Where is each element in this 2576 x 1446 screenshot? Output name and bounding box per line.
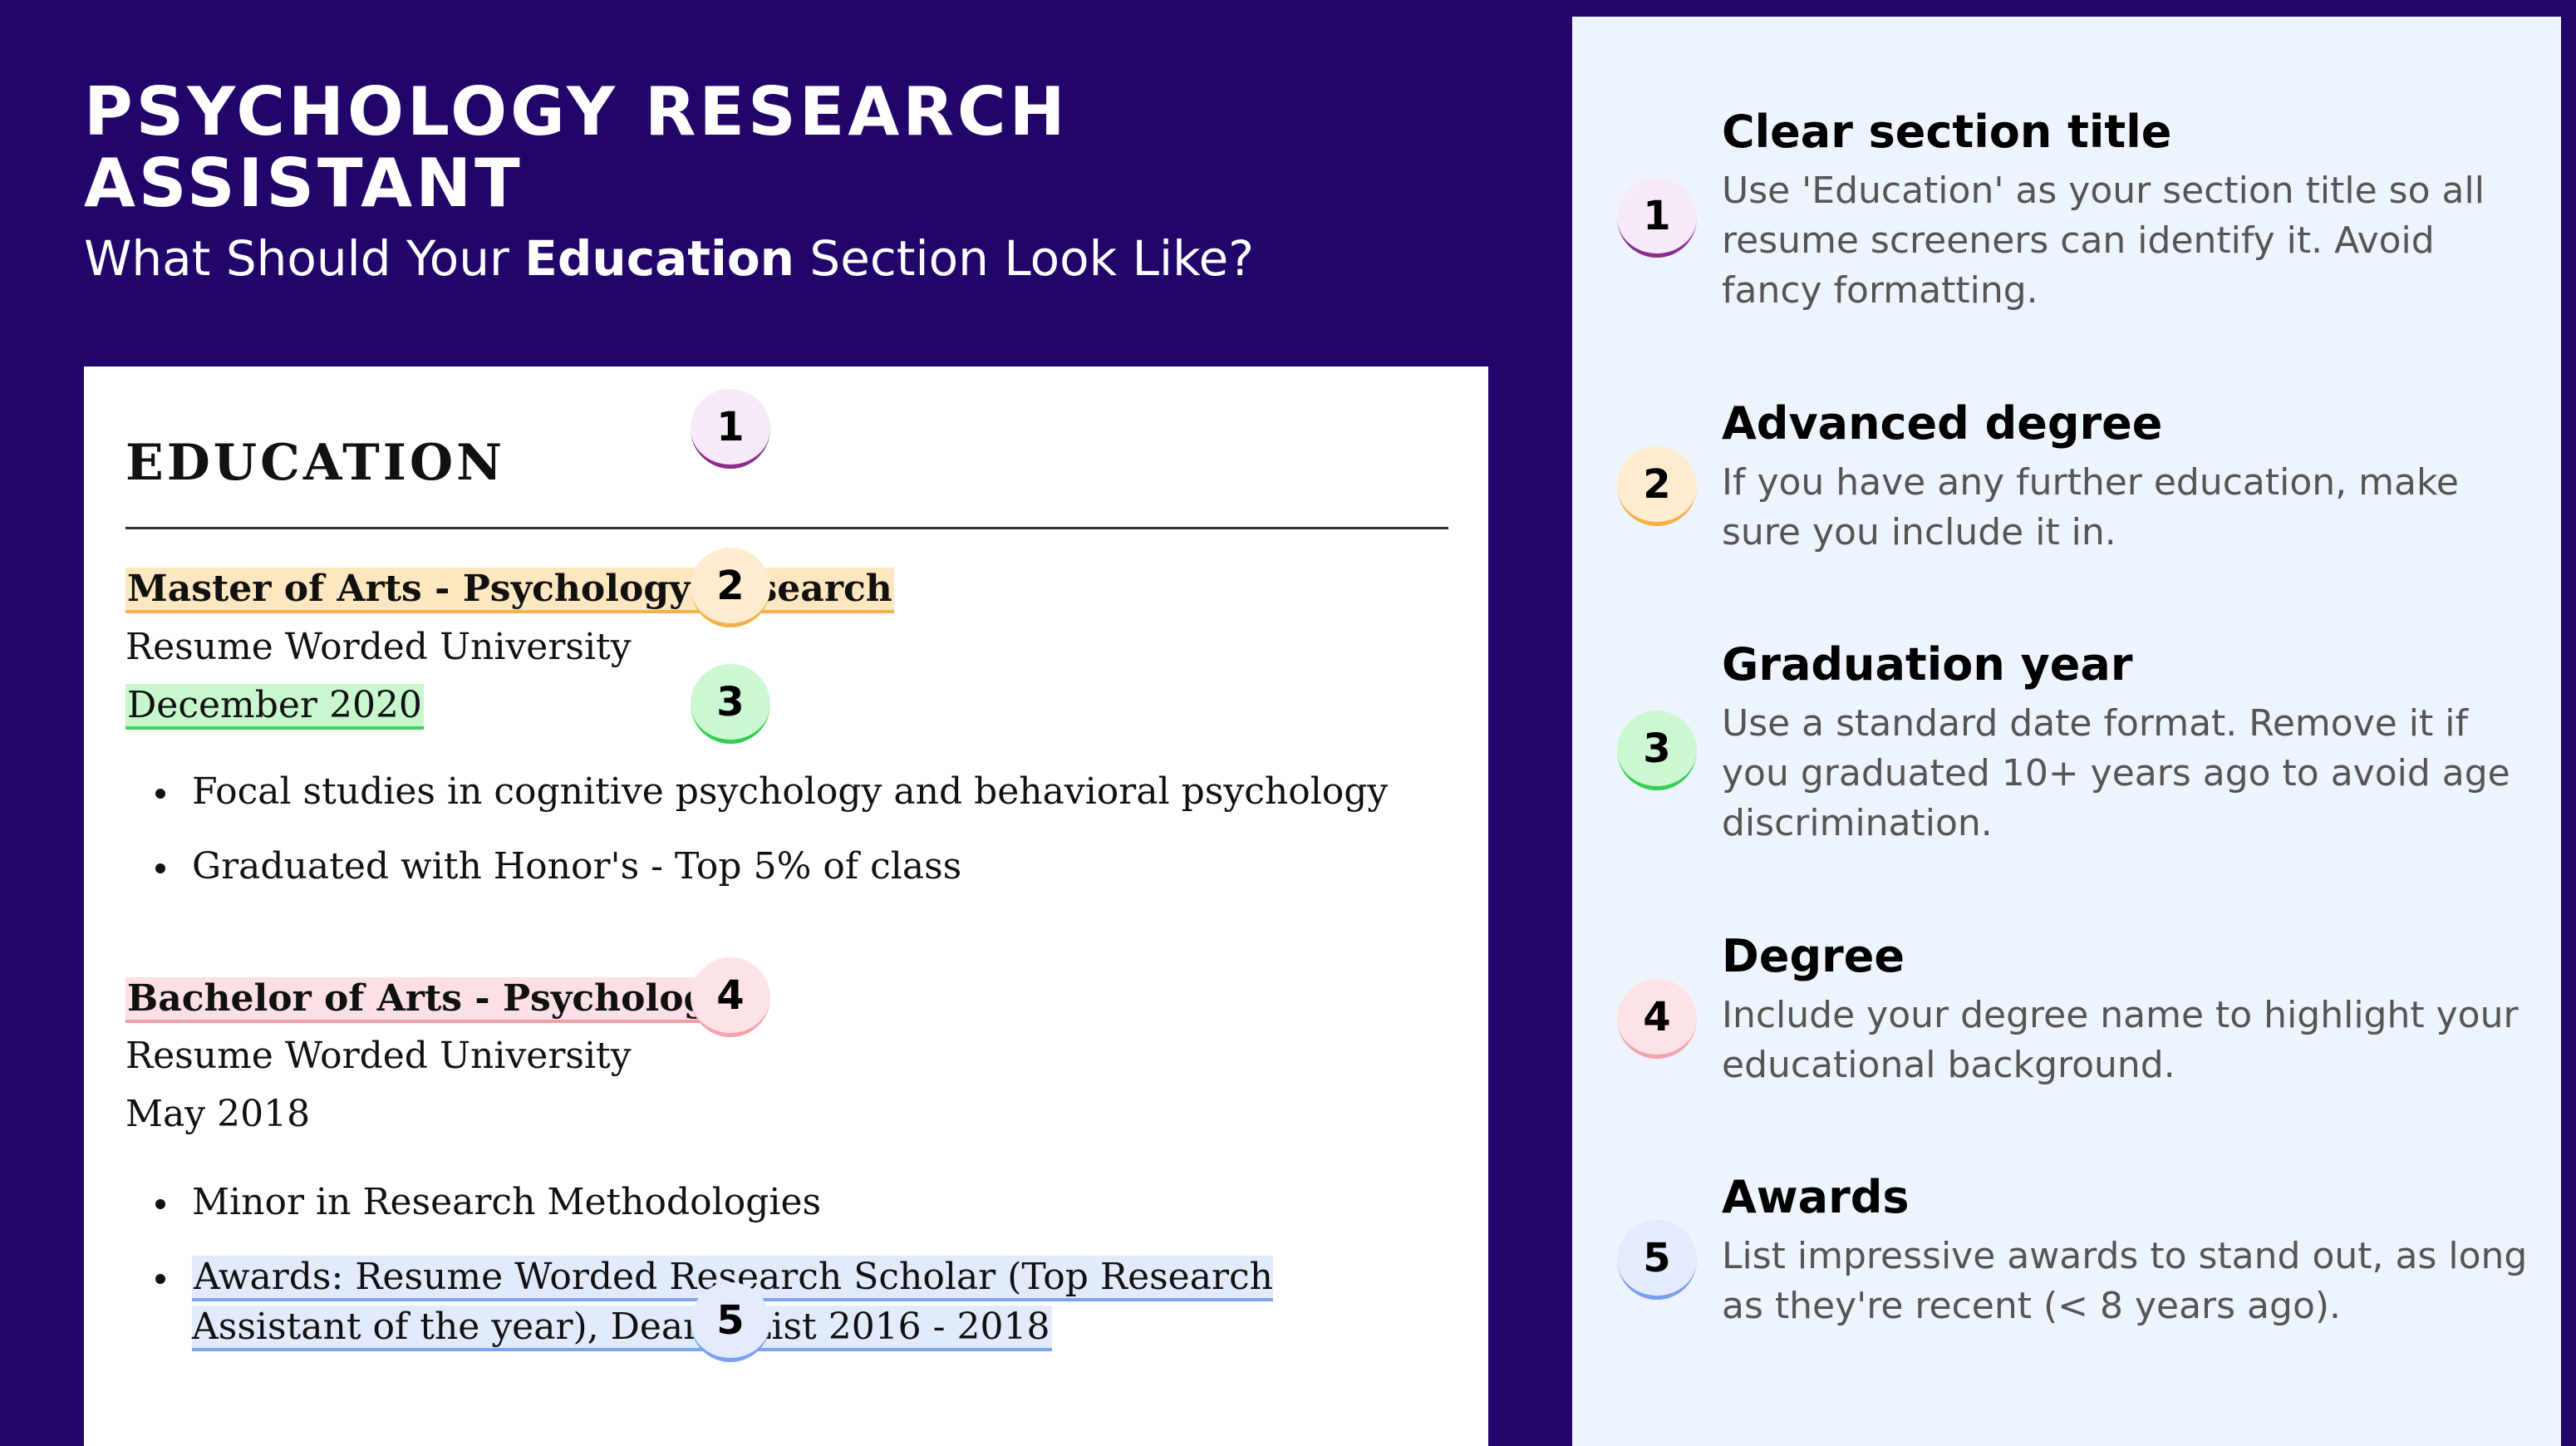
bullet-item: Focal studies in cognitive psychology an…	[125, 767, 1422, 817]
tip-3-text: Use a standard date format. Remove it if…	[1722, 702, 2510, 844]
tip-5-badge: 5	[1617, 1220, 1697, 1300]
tip-2-text: If you have any further education, make …	[1722, 461, 2459, 553]
tip-2-badge: 2	[1617, 446, 1697, 526]
section-divider	[125, 527, 1448, 529]
degree-1-bullets: Focal studies in cognitive psychology an…	[125, 767, 1422, 917]
tip-3-title: Graduation year	[1722, 638, 2133, 691]
subtitle-pre: What Should Your	[84, 230, 525, 287]
bullet-item: Graduated with Honor's - Top 5% of class	[125, 842, 1422, 892]
page-subtitle: What Should Your Education Section Look …	[84, 229, 1497, 288]
degree-2: Bachelor of Arts - Psychology	[125, 974, 732, 1024]
school-2: Resume Worded University	[125, 1035, 632, 1077]
degree-1-text: Master of Arts - Psychology Research	[125, 568, 894, 613]
degree-1: Master of Arts - Psychology Research	[125, 564, 894, 614]
date-2: May 2018	[125, 1093, 311, 1135]
resume-section-title: EDUCATION	[125, 434, 505, 492]
callout-badge-4: 4	[691, 957, 770, 1037]
subtitle-post: Section Look Like?	[794, 230, 1255, 287]
tips-panel: 1 Clear section title Use 'Education' as…	[1572, 17, 2561, 1446]
callout-badge-1: 1	[691, 389, 770, 469]
bullet-item: Awards: Resume Worded Research Scholar (…	[125, 1252, 1422, 1352]
callout-badge-2: 2	[691, 548, 770, 627]
page-title: PSYCHOLOGY RESEARCH ASSISTANT	[84, 73, 1069, 222]
tip-5-title: Awards	[1722, 1171, 1910, 1223]
callout-badge-3: 3	[691, 664, 770, 744]
tip-1-text: Use 'Education' as your section title so…	[1722, 170, 2485, 312]
tip-4-title: Degree	[1722, 930, 1905, 982]
page-header: PSYCHOLOGY RESEARCH ASSISTANT What Shoul…	[84, 76, 1497, 288]
date-1-text: December 2020	[125, 684, 424, 730]
tip-2-title: Advanced degree	[1722, 397, 2163, 450]
tip-4-badge: 4	[1617, 979, 1697, 1059]
degree-2-text: Bachelor of Arts - Psychology	[125, 977, 732, 1023]
tip-5-text: List impressive awards to stand out, as …	[1722, 1235, 2528, 1327]
school-1: Resume Worded University	[125, 626, 632, 668]
tip-3-badge: 3	[1617, 711, 1697, 790]
tip-4-text: Include your degree name to highlight yo…	[1722, 994, 2519, 1086]
resume-education-sample: EDUCATION 1 Master of Arts - Psychology …	[84, 366, 1488, 1446]
degree-2-bullets: Minor in Research Methodologies Awards: …	[125, 1178, 1422, 1377]
date-1: December 2020	[125, 681, 424, 730]
subtitle-bold: Education	[524, 230, 794, 287]
tip-1-title: Clear section title	[1722, 106, 2172, 158]
bullet-item: Minor in Research Methodologies	[125, 1178, 1422, 1227]
tip-1-badge: 1	[1617, 178, 1697, 258]
callout-badge-5: 5	[691, 1282, 770, 1362]
